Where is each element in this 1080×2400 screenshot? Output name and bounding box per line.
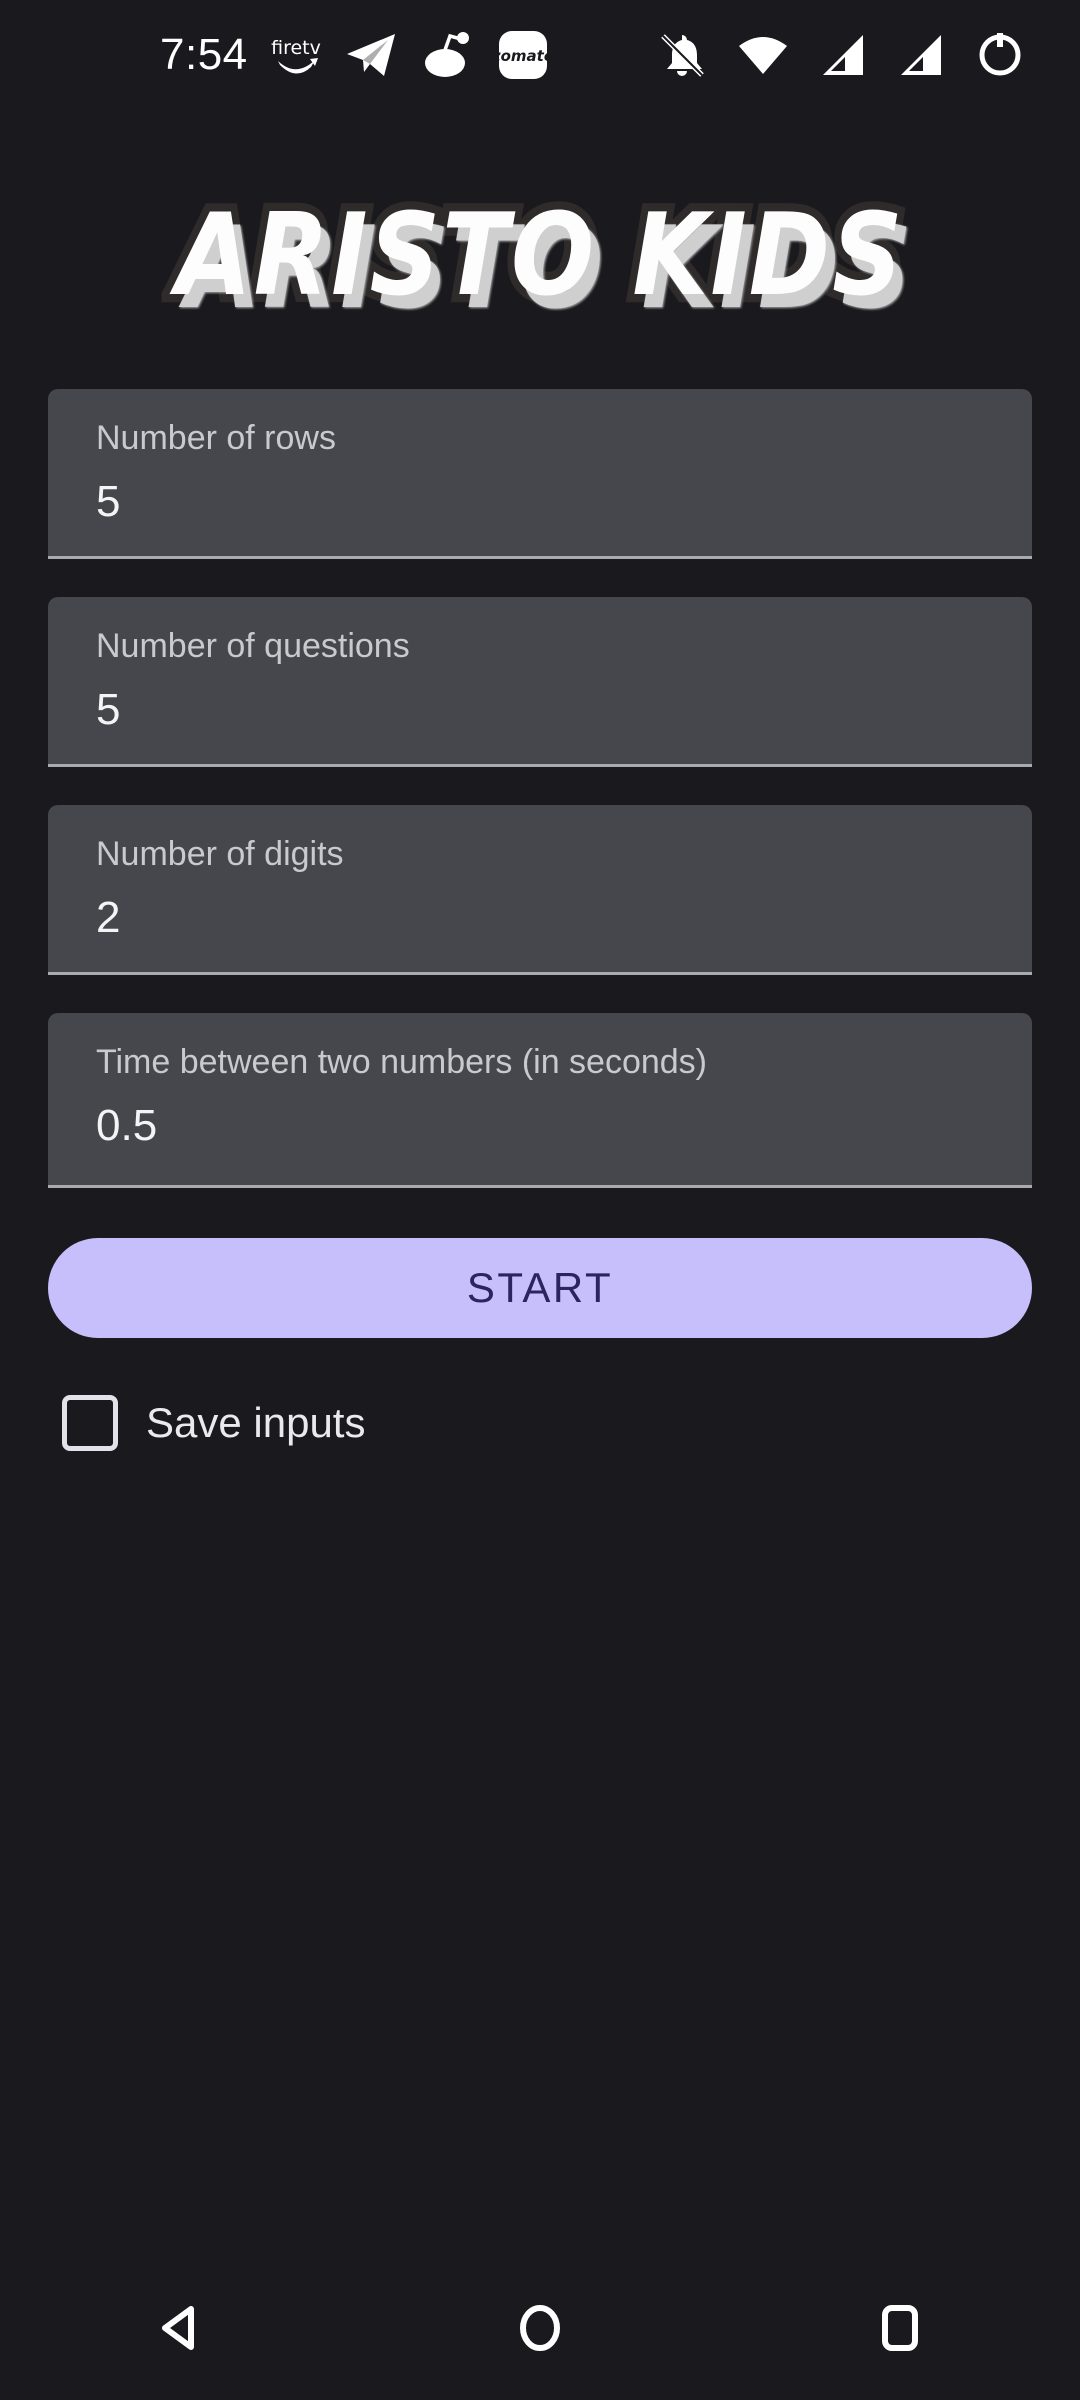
- signal-sim1-icon: [819, 31, 867, 79]
- status-bar-left: 7:54 firetv omat: [160, 28, 550, 82]
- telegram-icon: [344, 28, 398, 82]
- save-inputs-label: Save inputs: [146, 1399, 366, 1446]
- battery-icon: [975, 30, 1025, 80]
- status-bar-clock: 7:54: [160, 30, 248, 79]
- start-button[interactable]: START: [48, 1238, 1032, 1338]
- field-value[interactable]: 2: [96, 894, 984, 941]
- field-value[interactable]: 0.5: [96, 1102, 984, 1149]
- firetv-icon: firetv: [270, 29, 322, 81]
- field-number-of-rows[interactable]: Number of rows 5: [48, 389, 1032, 559]
- save-inputs-row[interactable]: Save inputs: [62, 1395, 365, 1451]
- svg-text:firetv: firetv: [271, 37, 321, 59]
- android-navigation-bar: [0, 2260, 1080, 2400]
- status-bar: 7:54 firetv omat: [0, 0, 1080, 110]
- wifi-icon: [737, 30, 789, 80]
- zomato-icon: zomato: [496, 28, 550, 82]
- field-value[interactable]: 5: [96, 478, 984, 525]
- save-inputs-checkbox[interactable]: [62, 1395, 118, 1451]
- app-logo: ARISTO KIDS: [0, 175, 1080, 335]
- nav-recents-button[interactable]: [825, 2260, 975, 2400]
- status-bar-right: [657, 30, 1025, 80]
- field-label: Number of questions: [96, 627, 410, 665]
- field-time-between-two-numbers[interactable]: Time between two numbers (in seconds) 0.…: [48, 1013, 1032, 1188]
- notifications-silenced-icon: [657, 30, 707, 80]
- back-triangle-icon: [153, 2301, 207, 2360]
- home-circle-icon: [513, 2301, 567, 2360]
- field-value[interactable]: 5: [96, 686, 984, 733]
- app-screen: 7:54 firetv omat ARISTO KIDS Number of r…: [0, 0, 1080, 2400]
- field-number-of-digits[interactable]: Number of digits 2: [48, 805, 1032, 975]
- reddit-icon: [420, 28, 474, 82]
- recents-square-icon: [873, 2301, 927, 2360]
- field-label: Number of digits: [96, 835, 344, 873]
- field-label: Number of rows: [96, 419, 336, 457]
- field-number-of-questions[interactable]: Number of questions 5: [48, 597, 1032, 767]
- app-logo-text: ARISTO KIDS: [168, 181, 909, 330]
- nav-back-button[interactable]: [105, 2260, 255, 2400]
- signal-sim2-icon: [897, 31, 945, 79]
- field-label: Time between two numbers (in seconds): [96, 1043, 708, 1081]
- svg-text:zomato: zomato: [496, 47, 550, 65]
- nav-home-button[interactable]: [465, 2260, 615, 2400]
